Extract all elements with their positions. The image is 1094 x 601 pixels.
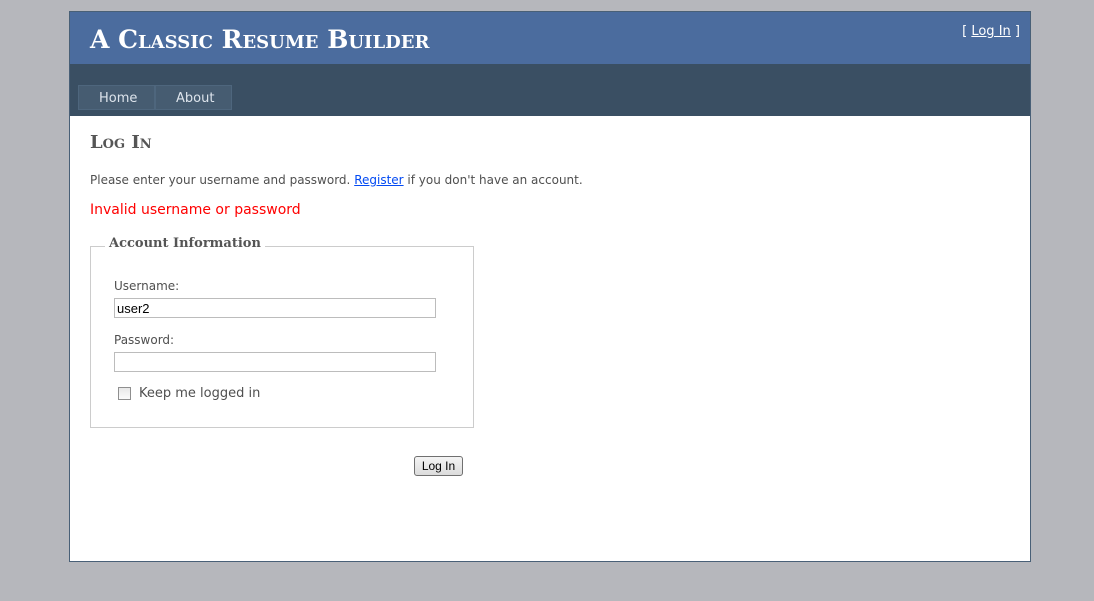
login-button[interactable]: Log In [414, 456, 463, 476]
menu-item-home[interactable]: Home [78, 85, 155, 110]
username-input[interactable] [114, 298, 436, 318]
register-link[interactable]: Register [354, 173, 403, 187]
page-container: A Classic Resume Builder [ Log In ] Home… [69, 11, 1031, 562]
password-input[interactable] [114, 352, 436, 372]
header-login-link[interactable]: Log In [971, 24, 1010, 39]
login-instructions: Please enter your username and password.… [90, 173, 583, 187]
login-bracket-close: ] [1010, 24, 1020, 39]
fieldset-legend: Account Information [105, 236, 265, 251]
login-bracket-open: [ [962, 24, 972, 39]
menu-item-about[interactable]: About [155, 85, 232, 110]
intro-text-after: if you don't have an account. [403, 173, 583, 187]
intro-text-before: Please enter your username and password. [90, 173, 355, 187]
username-label: Username: [114, 279, 180, 293]
login-display: [ Log In ] [962, 24, 1020, 39]
nav-menu: Home About [78, 85, 232, 110]
error-message: Invalid username or password [90, 202, 301, 218]
menu-bar: Home About [70, 64, 1030, 116]
site-title: A Classic Resume Builder [90, 25, 430, 54]
header: A Classic Resume Builder [ Log In ] [70, 12, 1030, 64]
password-label: Password: [114, 333, 175, 347]
remember-me-row: Keep me logged in [118, 386, 260, 401]
remember-me-checkbox[interactable] [118, 387, 131, 400]
main-content: Log In Please enter your username and pa… [90, 132, 1010, 476]
account-information-fieldset: Account Information Username: Password: … [90, 236, 474, 428]
remember-me-label[interactable]: Keep me logged in [139, 386, 260, 401]
page-heading: Log In [90, 132, 152, 153]
